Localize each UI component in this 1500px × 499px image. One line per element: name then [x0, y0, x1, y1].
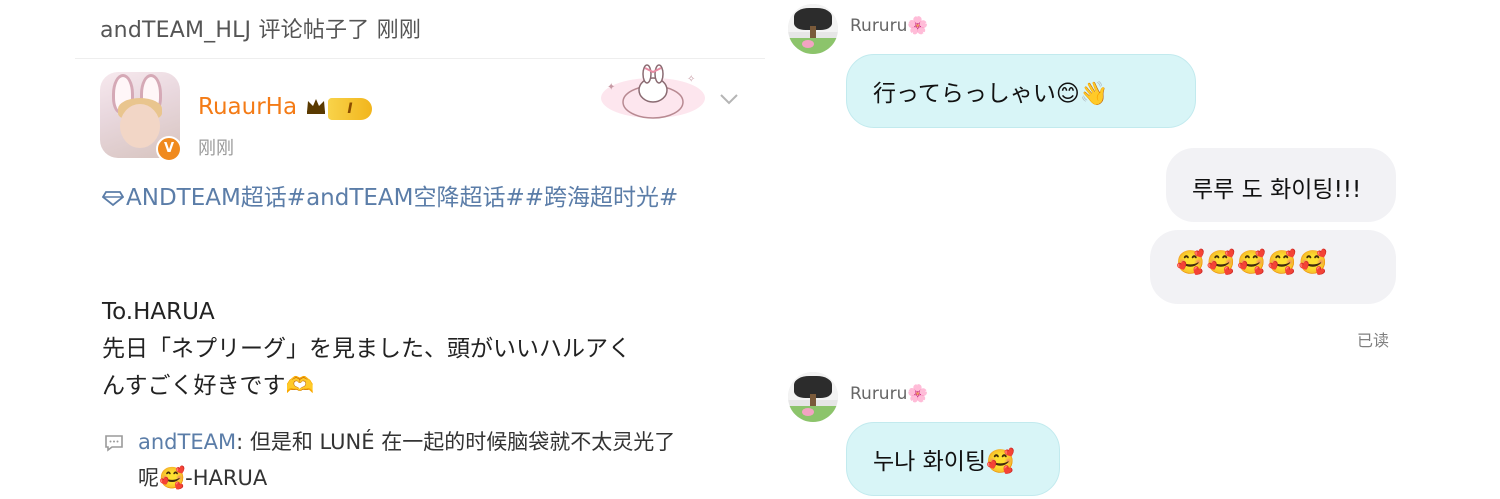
- contact-name: Rururu🌸: [850, 384, 929, 404]
- read-status: 已读: [1357, 331, 1390, 350]
- chevron-down-icon[interactable]: [719, 92, 739, 106]
- diamond-topic-icon: [102, 191, 124, 207]
- comment-text: : 但是和 LUNÉ 在一起的时候脑袋就不太灵光了: [236, 430, 676, 454]
- comment-author[interactable]: andTEAM: [138, 430, 236, 454]
- bunny-sticker-decoration: ✦ ✧: [601, 64, 705, 119]
- reply-comment[interactable]: andTEAM: 但是和 LUNÉ 在一起的时候脑袋就不太灵光了 呢🥰-HARU…: [138, 424, 758, 496]
- contact-name: Rururu🌸: [850, 16, 929, 36]
- comment-text-continued: 呢🥰-HARUA: [138, 466, 268, 490]
- post-username[interactable]: RuaurHa: [198, 94, 297, 120]
- comment-icon: [105, 435, 123, 452]
- message-bubble-sent[interactable]: 🥰🥰🥰🥰🥰: [1150, 230, 1396, 304]
- topic-text[interactable]: ANDTEAM超话#andTEAM空降超话##跨海超时光#: [126, 185, 678, 211]
- topic-tags[interactable]: ANDTEAM超话#andTEAM空降超话##跨海超时光#: [102, 178, 742, 218]
- weibo-post-panel: andTEAM_HLJ 评论帖子了 刚刚 V RuaurHa I 刚刚 ✦ ✧ …: [0, 0, 770, 499]
- contact-avatar[interactable]: [788, 372, 838, 422]
- content-line: 先日「ネプリーグ」を見ました、頭がいいハルアく: [102, 336, 631, 362]
- post-content: To.HARUA 先日「ネプリーグ」を見ました、頭がいいハルアく んすごく好きで…: [102, 294, 742, 405]
- verified-v-icon: V: [156, 136, 182, 162]
- chat-panel: Rururu🌸 行ってらっしゃい😊👋 루루 도 화이팅!!! 🥰🥰🥰🥰🥰 已读 …: [770, 0, 1500, 499]
- message-bubble-sent[interactable]: 루루 도 화이팅!!!: [1166, 148, 1396, 222]
- svg-text:✦: ✦: [607, 82, 615, 93]
- level-badge: I: [328, 98, 372, 120]
- message-bubble-received[interactable]: 누나 화이팅🥰: [846, 422, 1060, 496]
- content-line: んすごく好きです🫶: [102, 373, 315, 399]
- svg-text:✧: ✧: [687, 74, 695, 85]
- message-bubble-received[interactable]: 行ってらっしゃい😊👋: [846, 54, 1196, 128]
- user-avatar[interactable]: V: [100, 72, 182, 162]
- crown-icon: [307, 99, 325, 114]
- divider: [75, 58, 765, 59]
- comment-notification[interactable]: andTEAM_HLJ 评论帖子了 刚刚: [100, 12, 421, 44]
- post-timestamp: 刚刚: [198, 138, 234, 159]
- content-line: To.HARUA: [102, 299, 215, 325]
- contact-avatar[interactable]: [788, 4, 838, 54]
